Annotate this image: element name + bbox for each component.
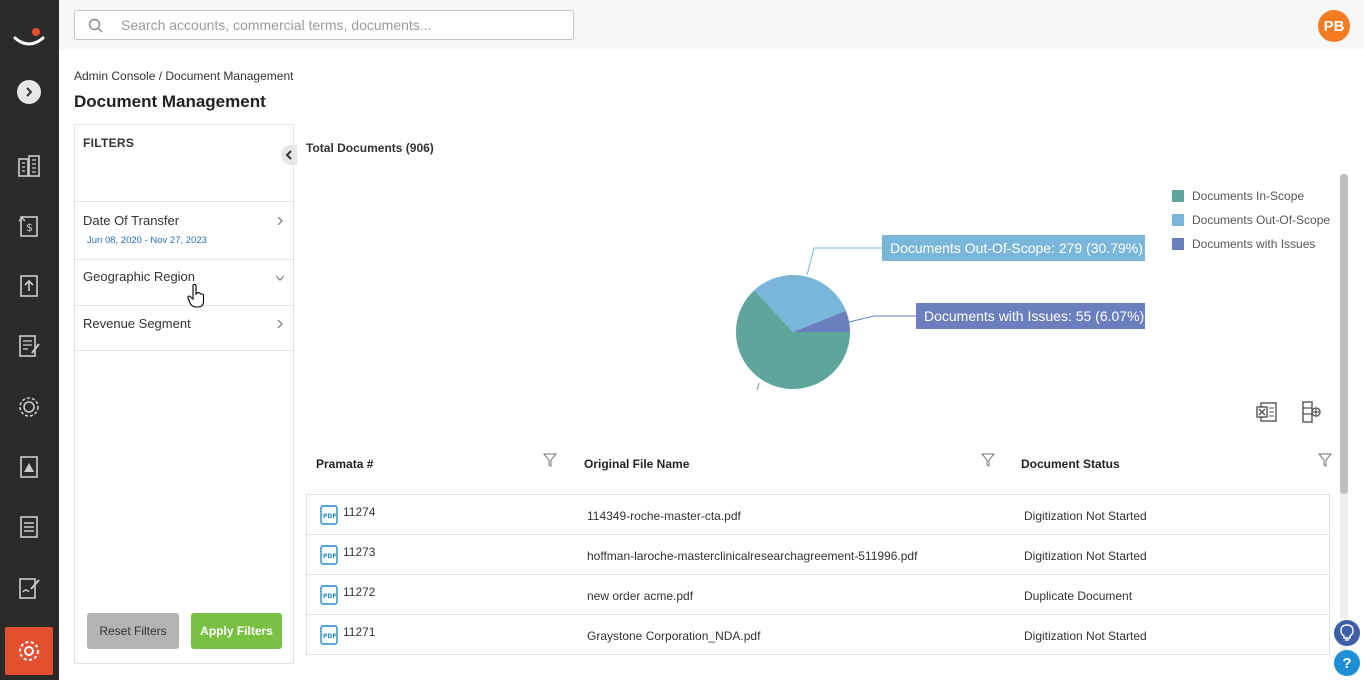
export-excel-icon[interactable] bbox=[1255, 400, 1279, 424]
filter-icon[interactable] bbox=[981, 453, 995, 467]
chevron-down-icon bbox=[276, 275, 284, 281]
table-row[interactable]: PDF 11271 Graystone Corporation_NDA.pdf … bbox=[307, 615, 1329, 655]
tips-button[interactable] bbox=[1334, 620, 1360, 646]
page-title: Document Management bbox=[74, 92, 266, 111]
global-search[interactable] bbox=[74, 10, 574, 40]
cell-file-name[interactable]: hoffman-laroche-masterclinicalresearchag… bbox=[587, 549, 917, 563]
filter-label: Revenue Segment bbox=[83, 316, 191, 331]
documents-table: PDF 11274 114349-roche-master-cta.pdf Di… bbox=[306, 494, 1330, 655]
reset-filters-button[interactable]: Reset Filters bbox=[87, 613, 179, 649]
filter-icon[interactable] bbox=[543, 453, 557, 467]
apply-filters-button[interactable]: Apply Filters bbox=[191, 613, 282, 649]
legend-label: Documents Out-Of-Scope bbox=[1192, 213, 1331, 227]
dollar-transfer-icon[interactable]: $ bbox=[16, 213, 42, 239]
chart-legend: Documents In-Scope Documents Out-Of-Scop… bbox=[1172, 184, 1330, 256]
table-row[interactable]: PDF 11273 hoffman-laroche-masterclinical… bbox=[307, 535, 1329, 575]
filter-label: Date Of Transfer bbox=[83, 213, 180, 228]
pdf-file-icon: PDF bbox=[320, 505, 338, 525]
legend-swatch bbox=[1172, 214, 1184, 226]
cell-status: Digitization Not Started bbox=[1024, 549, 1147, 563]
table-header: Pramata # Original File Name Document St… bbox=[306, 445, 1332, 495]
leader-line bbox=[756, 382, 760, 390]
chevron-right-icon bbox=[277, 320, 283, 328]
user-avatar[interactable]: PB bbox=[1318, 10, 1350, 42]
cell-file-name[interactable]: 114349-roche-master-cta.pdf bbox=[587, 509, 741, 523]
collapse-filters-button[interactable] bbox=[281, 145, 297, 165]
contract-edit-icon[interactable] bbox=[16, 333, 42, 359]
pdf-file-icon: PDF bbox=[320, 625, 338, 645]
hand-cursor-icon bbox=[187, 283, 205, 308]
legend-swatch bbox=[1172, 238, 1184, 250]
document-pie-chart: Documents In-Scope: 572 (63.13%)Document… bbox=[736, 235, 1145, 390]
admin-settings-nav-item[interactable] bbox=[5, 627, 53, 675]
svg-text:Documents with Issues: 55 (6.0: Documents with Issues: 55 (6.07%) bbox=[924, 308, 1144, 324]
filter-geographic-region[interactable]: Geographic Region bbox=[75, 259, 293, 305]
pdf-file-icon: PDF bbox=[320, 585, 338, 605]
filters-panel: FILTERS Date Of Transfer Jun 08, 2020 - … bbox=[74, 124, 297, 664]
filter-value: Jun 08, 2020 - Nov 27, 2023 bbox=[87, 235, 207, 246]
filter-date-of-transfer[interactable]: Date Of Transfer Jun 08, 2020 - Nov 27, … bbox=[75, 201, 293, 259]
cell-file-name[interactable]: new order acme.pdf bbox=[587, 589, 693, 603]
svg-text:$: $ bbox=[26, 221, 33, 234]
pdf-file-icon: PDF bbox=[320, 545, 338, 565]
search-input[interactable] bbox=[121, 15, 561, 35]
breadcrumb[interactable]: Admin Console / Document Management bbox=[74, 69, 293, 83]
chart-title: Total Documents (906) bbox=[306, 141, 434, 155]
chevron-left-icon bbox=[285, 150, 292, 160]
svg-text:PDF: PDF bbox=[323, 553, 336, 560]
brand-logo[interactable] bbox=[12, 22, 46, 52]
table-row[interactable]: PDF 11272 new order acme.pdf Duplicate D… bbox=[307, 575, 1329, 615]
filters-title: FILTERS bbox=[83, 136, 135, 150]
cell-file-name[interactable]: Graystone Corporation_NDA.pdf bbox=[587, 629, 760, 643]
expand-sidebar-button[interactable] bbox=[17, 80, 41, 104]
sidebar-nav: $ bbox=[0, 0, 59, 680]
column-header-pramata[interactable]: Pramata # bbox=[316, 457, 373, 471]
column-header-status[interactable]: Document Status bbox=[1021, 457, 1120, 471]
chevron-right-icon bbox=[26, 87, 33, 97]
svg-text:PDF: PDF bbox=[323, 513, 336, 520]
chevron-right-icon bbox=[277, 217, 283, 225]
cell-pramata-id[interactable]: 11273 bbox=[343, 545, 375, 559]
cell-pramata-id[interactable]: 11271 bbox=[343, 625, 375, 639]
main-content: Admin Console / Document Management Docu… bbox=[59, 50, 1364, 680]
document-alert-icon[interactable] bbox=[16, 454, 42, 480]
document-report-icon[interactable] bbox=[16, 514, 42, 540]
svg-text:PDF: PDF bbox=[323, 593, 336, 600]
legend-label: Documents with Issues bbox=[1192, 237, 1316, 251]
cell-status: Digitization Not Started bbox=[1024, 629, 1147, 643]
legend-item-with-issues[interactable]: Documents with Issues bbox=[1172, 232, 1330, 256]
leader-line bbox=[848, 315, 916, 323]
cell-pramata-id[interactable]: 11272 bbox=[343, 585, 375, 599]
legend-swatch bbox=[1172, 190, 1184, 202]
legend-item-out-of-scope[interactable]: Documents Out-Of-Scope bbox=[1172, 208, 1330, 232]
document-upload-icon[interactable] bbox=[16, 273, 42, 299]
gear-icon bbox=[19, 641, 39, 661]
top-bar: PB bbox=[59, 0, 1364, 50]
scrollbar-thumb[interactable] bbox=[1340, 174, 1348, 494]
leader-line bbox=[806, 247, 882, 276]
lightbulb-icon bbox=[1340, 624, 1354, 641]
buildings-icon[interactable] bbox=[16, 153, 42, 179]
cell-status: Digitization Not Started bbox=[1024, 509, 1147, 523]
document-sign-icon[interactable] bbox=[16, 575, 42, 601]
cell-pramata-id[interactable]: 11274 bbox=[343, 505, 375, 519]
table-row[interactable]: PDF 11274 114349-roche-master-cta.pdf Di… bbox=[307, 495, 1329, 535]
filter-label: Geographic Region bbox=[83, 269, 196, 284]
column-header-file-name[interactable]: Original File Name bbox=[584, 457, 689, 471]
cell-status: Duplicate Document bbox=[1024, 589, 1133, 603]
cog-network-icon[interactable] bbox=[16, 394, 42, 420]
legend-item-in-scope[interactable]: Documents In-Scope bbox=[1172, 184, 1330, 208]
data-label-out-of-scope: Documents Out-Of-Scope: 279 (30.79%) bbox=[882, 235, 1145, 261]
legend-label: Documents In-Scope bbox=[1192, 189, 1305, 203]
filter-icon[interactable] bbox=[1318, 453, 1332, 467]
data-label-with-issues: Documents with Issues: 55 (6.07%) bbox=[916, 303, 1145, 329]
svg-text:Documents Out-Of-Scope: 279 (3: Documents Out-Of-Scope: 279 (30.79%) bbox=[890, 240, 1143, 256]
filter-revenue-segment[interactable]: Revenue Segment bbox=[75, 305, 293, 351]
column-settings-icon[interactable] bbox=[1299, 400, 1323, 424]
search-icon bbox=[88, 18, 103, 33]
svg-text:PDF: PDF bbox=[323, 633, 336, 640]
help-button[interactable]: ? bbox=[1334, 650, 1360, 676]
